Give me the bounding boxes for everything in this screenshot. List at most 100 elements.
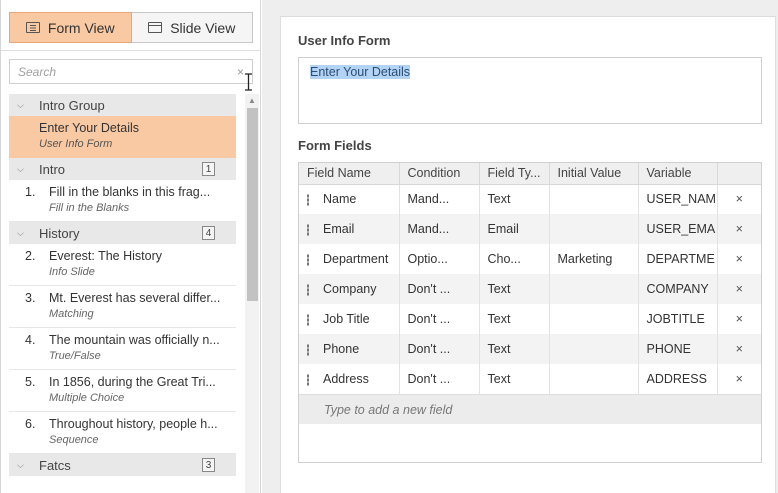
form-view-label: Form View	[47, 19, 115, 36]
group-intro[interactable]: ⌵ Intro 1	[9, 158, 236, 180]
form-title-label: User Info Form	[298, 33, 391, 48]
add-field-input[interactable]: Type to add a new field	[299, 394, 761, 424]
list-item[interactable]: 1. Fill in the blanks in this frag... Fi…	[9, 180, 236, 222]
table-row[interactable]: Phone Don't ... Text PHONE ×	[299, 334, 761, 364]
field-name[interactable]: Email	[323, 222, 354, 236]
list-item[interactable]: 6. Throughout history, people h... Seque…	[9, 412, 236, 454]
editor-panel: User Info Form Enter Your Details Form F…	[262, 0, 778, 493]
field-type[interactable]: Email	[479, 214, 550, 244]
list-item[interactable]: Enter Your Details User Info Form	[9, 116, 236, 158]
column-header[interactable]: Field Ty...	[479, 163, 550, 185]
group-intro-group[interactable]: ⌵ Intro Group	[9, 94, 236, 116]
item-type: True/False	[49, 350, 101, 362]
field-condition[interactable]: Mand...	[399, 214, 480, 244]
field-variable[interactable]: DEPARTME	[638, 244, 718, 274]
scrollbar-thumb[interactable]	[247, 108, 258, 301]
drag-handle-icon[interactable]	[307, 313, 309, 326]
field-condition[interactable]: Optio...	[399, 244, 480, 274]
field-initial-value[interactable]	[549, 184, 639, 214]
table-row[interactable]: Email Mand... Email USER_EMA ×	[299, 214, 761, 244]
delete-icon[interactable]: ×	[717, 214, 761, 244]
drag-handle-icon[interactable]	[307, 283, 309, 296]
form-card: User Info Form Enter Your Details Form F…	[280, 16, 776, 493]
field-initial-value[interactable]	[549, 304, 639, 334]
column-header[interactable]: Variable	[638, 163, 718, 185]
form-title-input[interactable]: Enter Your Details	[298, 57, 762, 124]
item-type: Matching	[49, 308, 94, 320]
slide-view-label: Slide View	[170, 19, 236, 36]
count-badge: 4	[202, 226, 215, 240]
delete-icon[interactable]: ×	[717, 334, 761, 364]
list-item[interactable]: 2. Everest: The History Info Slide	[9, 244, 236, 286]
delete-icon[interactable]: ×	[717, 304, 761, 334]
field-variable[interactable]: PHONE	[638, 334, 718, 364]
field-condition[interactable]: Don't ...	[399, 334, 480, 364]
table-row[interactable]: Company Don't ... Text COMPANY ×	[299, 274, 761, 304]
count-badge: 1	[202, 162, 215, 176]
list-item[interactable]: 5. In 1856, during the Great Tri... Mult…	[9, 370, 236, 412]
field-name[interactable]: Department	[323, 252, 388, 266]
fields-table: Field Name Condition Field Ty... Initial…	[298, 162, 762, 463]
left-panel: Form View Slide View × ⌵ Intro Group Ent…	[0, 0, 261, 493]
drag-handle-icon[interactable]	[307, 343, 309, 356]
field-type[interactable]: Text	[479, 334, 550, 364]
column-header[interactable]: Initial Value	[549, 163, 639, 185]
field-name[interactable]: Company	[323, 282, 377, 296]
table-row[interactable]: Job Title Don't ... Text JOBTITLE ×	[299, 304, 761, 334]
slide-tree: ⌵ Intro Group Enter Your Details User In…	[9, 94, 236, 493]
delete-icon[interactable]: ×	[717, 244, 761, 274]
delete-icon[interactable]: ×	[717, 274, 761, 304]
scroll-up-icon[interactable]: ▲	[248, 96, 256, 105]
field-initial-value[interactable]	[549, 334, 639, 364]
field-condition[interactable]: Don't ...	[399, 304, 480, 334]
field-condition[interactable]: Don't ...	[399, 274, 480, 304]
group-facts[interactable]: ⌵ Fatcs 3	[9, 454, 236, 476]
drag-handle-icon[interactable]	[307, 373, 309, 386]
chevron-down-icon: ⌵	[17, 163, 24, 174]
list-item[interactable]: 4. The mountain was officially n... True…	[9, 328, 236, 370]
field-initial-value[interactable]	[549, 364, 639, 394]
field-type[interactable]: Text	[479, 364, 550, 394]
drag-handle-icon[interactable]	[307, 223, 309, 236]
field-initial-value[interactable]	[549, 214, 639, 244]
field-type[interactable]: Text	[479, 304, 550, 334]
group-label: Intro Group	[39, 97, 105, 113]
delete-icon[interactable]: ×	[717, 364, 761, 394]
group-history[interactable]: ⌵ History 4	[9, 222, 236, 244]
view-toggle: Form View Slide View	[9, 12, 253, 43]
list-item[interactable]: 3. Mt. Everest has several differ... Mat…	[9, 286, 236, 328]
slide-view-button[interactable]: Slide View	[131, 12, 253, 43]
field-variable[interactable]: JOBTITLE	[638, 304, 718, 334]
field-type[interactable]: Cho...	[479, 244, 550, 274]
field-initial-value[interactable]	[549, 274, 639, 304]
field-variable[interactable]: USER_NAM	[638, 184, 718, 214]
drag-handle-icon[interactable]	[307, 253, 309, 266]
table-row[interactable]: Department Optio... Cho... Marketing DEP…	[299, 244, 761, 274]
item-title: Everest: The History	[49, 249, 163, 263]
chevron-down-icon: ⌵	[17, 99, 24, 110]
clear-icon[interactable]: ×	[237, 65, 244, 79]
field-variable[interactable]: USER_EMA	[638, 214, 718, 244]
field-variable[interactable]: ADDRESS	[638, 364, 718, 394]
field-type[interactable]: Text	[479, 184, 550, 214]
field-name[interactable]: Address	[323, 372, 369, 386]
group-label: History	[39, 225, 80, 241]
form-view-button[interactable]: Form View	[9, 12, 132, 43]
field-name[interactable]: Name	[323, 192, 356, 206]
field-initial-value[interactable]: Marketing	[549, 244, 639, 274]
table-row[interactable]: Name Mand... Text USER_NAM ×	[299, 184, 761, 214]
column-header[interactable]: Field Name	[299, 163, 400, 185]
field-name[interactable]: Job Title	[323, 312, 370, 326]
field-type[interactable]: Text	[479, 274, 550, 304]
field-condition[interactable]: Don't ...	[399, 364, 480, 394]
field-name[interactable]: Phone	[323, 342, 359, 356]
form-title-text: Enter Your Details	[310, 65, 411, 79]
delete-icon[interactable]: ×	[717, 184, 761, 214]
column-header[interactable]: Condition	[399, 163, 480, 185]
field-condition[interactable]: Mand...	[399, 184, 480, 214]
search-input[interactable]	[18, 64, 237, 79]
drag-handle-icon[interactable]	[307, 193, 309, 206]
tree-scrollbar[interactable]: ▲	[245, 94, 259, 493]
table-row[interactable]: Address Don't ... Text ADDRESS ×	[299, 364, 761, 394]
field-variable[interactable]: COMPANY	[638, 274, 718, 304]
